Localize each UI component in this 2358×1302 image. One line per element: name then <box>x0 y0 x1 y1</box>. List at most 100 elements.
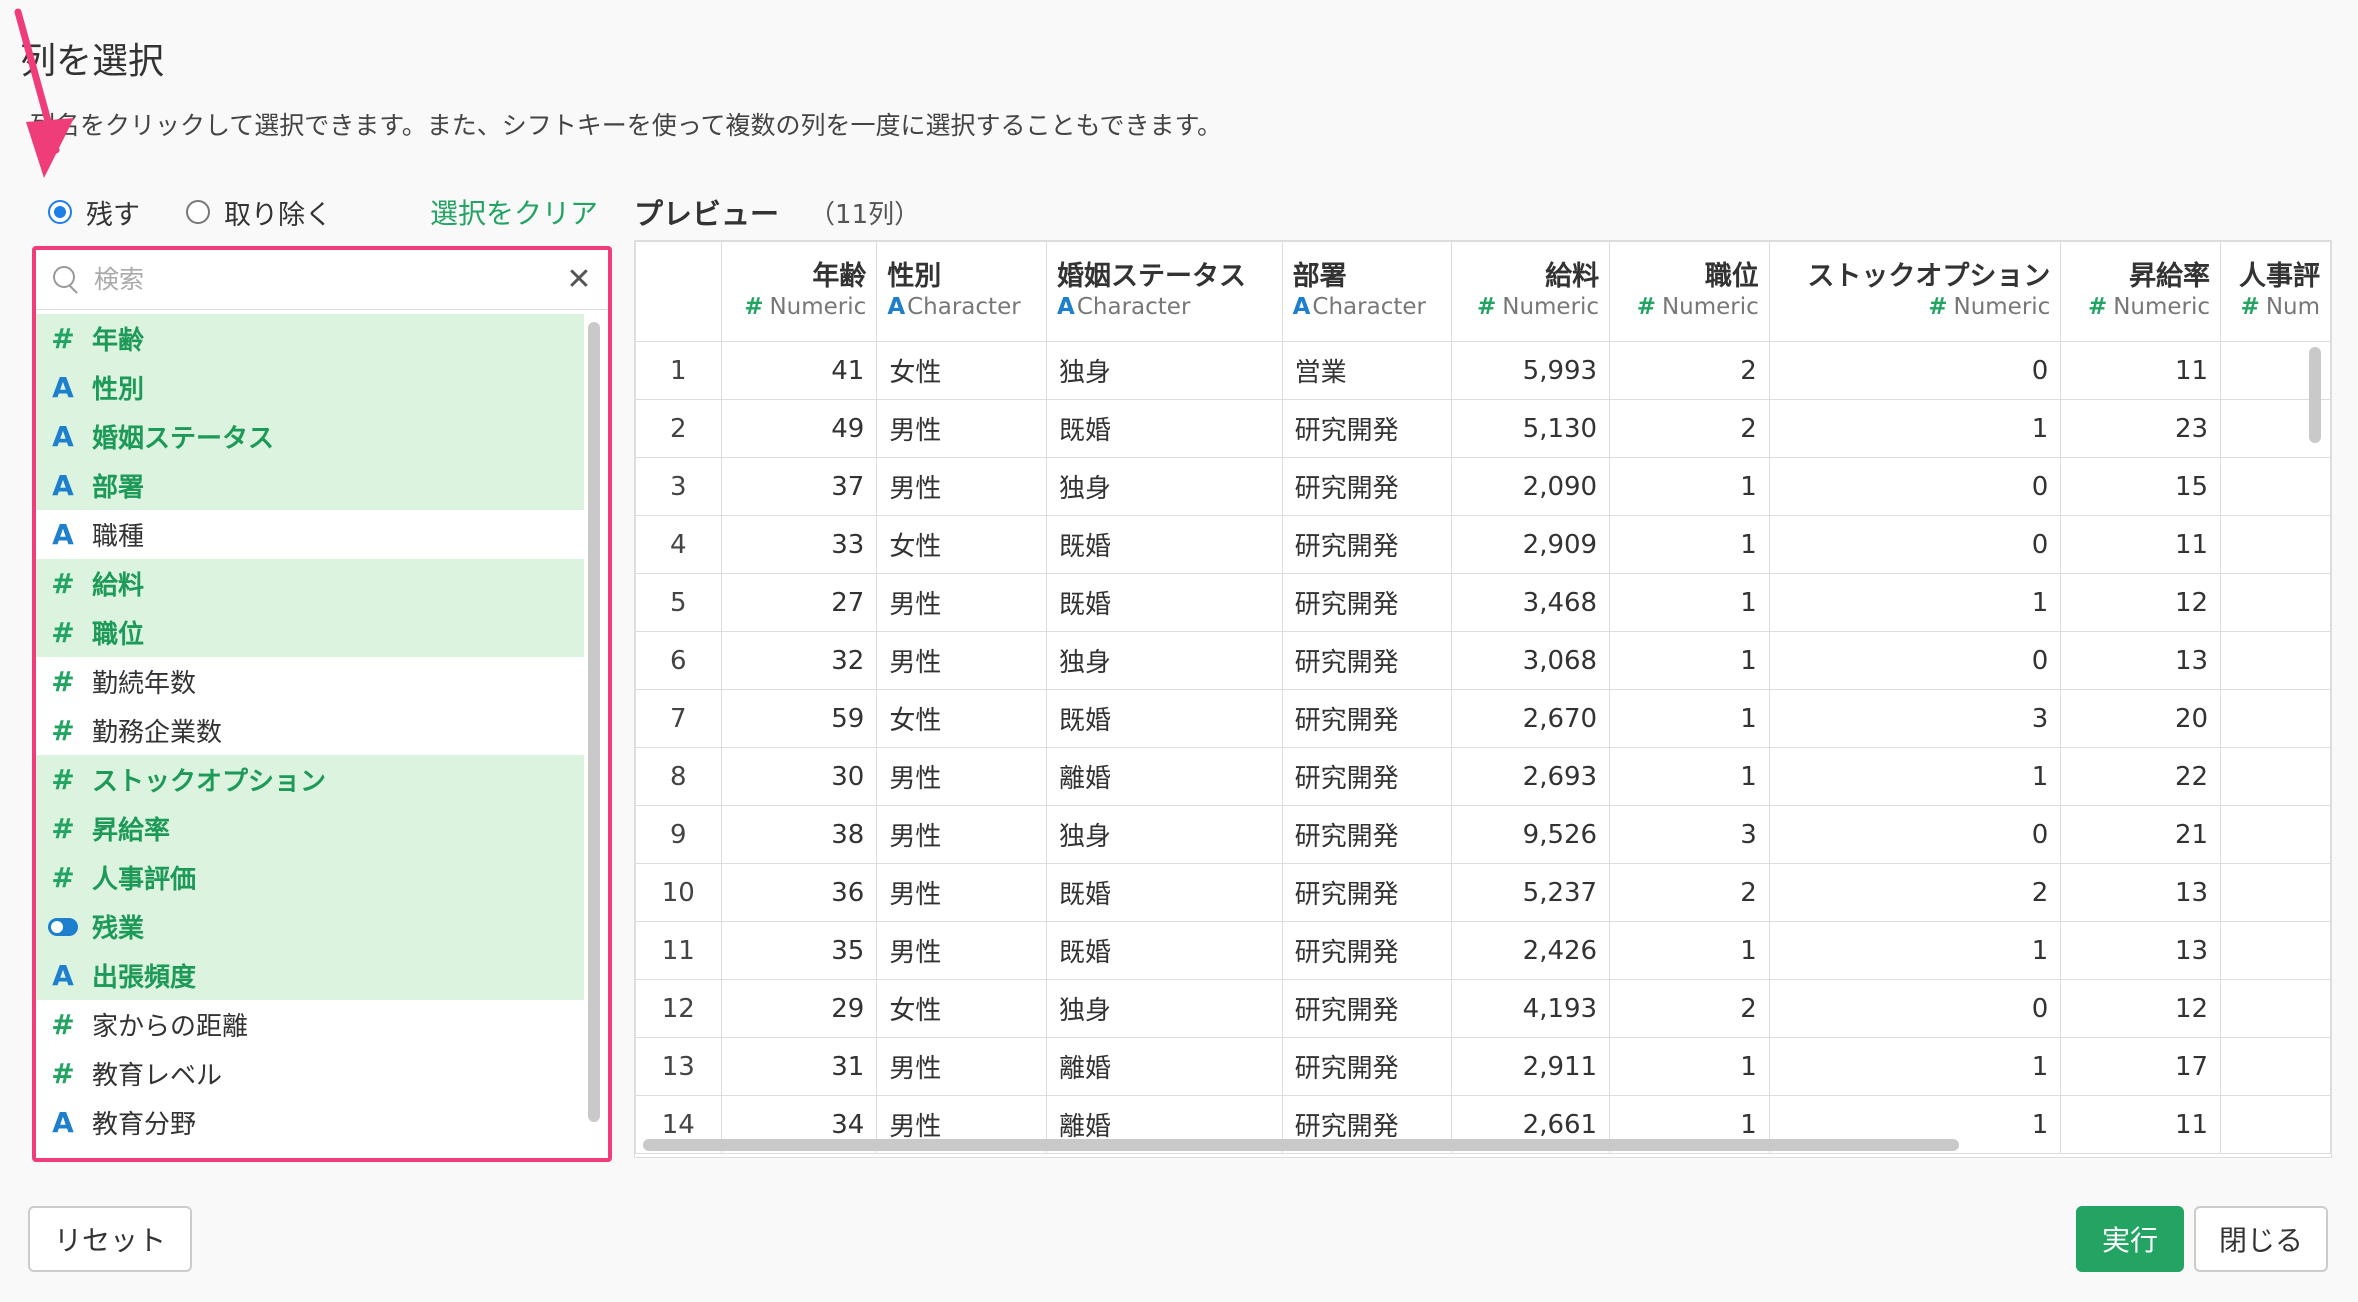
table-cell: 0 <box>1768 515 2062 574</box>
column-name: 教育レベル <box>92 1061 223 1091</box>
column-header-name: ストックオプション <box>1807 261 2051 292</box>
table-cell <box>2220 1037 2331 1096</box>
column-header[interactable]: 部署 ACharacter <box>1281 241 1453 342</box>
table-cell: 男性 <box>876 399 1048 458</box>
row-index-cell: 10 <box>635 863 722 922</box>
column-list-item[interactable]: 残業 <box>36 902 584 951</box>
column-list-item[interactable]: # 年齢 <box>36 314 584 363</box>
column-header-type: # Numeric <box>732 294 866 320</box>
column-list-item[interactable]: # 人事評価 <box>36 853 584 902</box>
table-cell: 36 <box>720 863 878 922</box>
column-list-item[interactable]: # 昇給率 <box>36 804 584 853</box>
close-button[interactable]: 閉じる <box>2194 1206 2328 1272</box>
column-list-item[interactable]: A 出張頻度 <box>36 951 584 1000</box>
numeric-type-icon: # <box>51 616 75 649</box>
column-list-item[interactable]: A 部署 <box>36 461 584 510</box>
remove-radio[interactable]: 取り除く <box>186 193 332 232</box>
column-list-item[interactable]: # 勤続年数 <box>36 657 584 706</box>
keep-radio[interactable]: 残す <box>48 193 140 232</box>
character-type-icon: A <box>1292 294 1311 320</box>
table-cell: 5,237 <box>1451 863 1611 922</box>
preview-column-count: （11列） <box>809 199 921 230</box>
table-cell <box>2220 863 2331 922</box>
column-header[interactable]: 昇給率 # Numeric <box>2060 241 2222 342</box>
column-header-type: # Numeric <box>1780 294 2050 320</box>
table-cell: 女性 <box>876 689 1048 748</box>
table-cell: 5,993 <box>1451 341 1611 400</box>
column-header-type: ACharacter <box>1293 294 1442 320</box>
table-cell: 12 <box>2060 573 2222 632</box>
column-header[interactable]: 性別 ACharacter <box>876 241 1048 342</box>
search-input[interactable] <box>94 265 564 294</box>
column-list-item[interactable]: A 性別 <box>36 363 584 412</box>
column-header[interactable]: 年齢 # Numeric <box>720 241 878 342</box>
logical-type-icon <box>48 917 78 936</box>
table-horizontal-scrollbar[interactable] <box>643 1139 1959 1151</box>
column-list-item[interactable]: # 家からの距離 <box>36 1000 584 1049</box>
mode-row: 残す 取り除く 選択をクリア プレビュー （11列） <box>48 192 920 232</box>
row-index-cell: 1 <box>635 341 722 400</box>
column-header[interactable]: 婚姻ステータス ACharacter <box>1046 241 1283 342</box>
table-cell <box>2220 747 2331 806</box>
table-cell: 1 <box>1609 1037 1770 1096</box>
table-vertical-scrollbar[interactable] <box>2309 347 2321 443</box>
clear-selection-link[interactable]: 選択をクリア <box>430 192 598 232</box>
radio-unchecked-icon[interactable] <box>186 200 210 224</box>
character-type-icon: A <box>887 294 906 320</box>
column-header[interactable]: 人事評 # Num <box>2220 241 2331 342</box>
reset-button[interactable]: リセット <box>28 1206 192 1272</box>
table-cell: 研究開発 <box>1281 921 1453 980</box>
column-list-item[interactable]: # 教育レベル <box>36 1049 584 1098</box>
table-cell: 既婚 <box>1046 573 1283 632</box>
column-header[interactable]: ストックオプション # Numeric <box>1768 241 2062 342</box>
table-cell: 既婚 <box>1046 689 1283 748</box>
character-type-icon: A <box>52 518 74 551</box>
close-icon[interactable]: ✕ <box>564 262 594 297</box>
table-cell: 21 <box>2060 805 2222 864</box>
row-index-cell: 12 <box>635 979 722 1038</box>
numeric-type-icon: # <box>51 861 75 894</box>
column-list-item[interactable]: # 勤務企業数 <box>36 706 584 755</box>
radio-checked-icon[interactable] <box>48 200 72 224</box>
row-index-cell: 13 <box>635 1037 722 1096</box>
table-cell: 2 <box>1768 863 2062 922</box>
table-cell: 男性 <box>876 1037 1048 1096</box>
column-list-item[interactable]: A 婚姻ステータス <box>36 412 584 461</box>
table-row: 12 29 女性 独身 研究開発 4,193 2 0 12 <box>635 979 2331 1038</box>
table-row: 9 38 男性 独身 研究開発 9,526 3 0 21 <box>635 805 2331 864</box>
numeric-type-icon: # <box>51 665 75 698</box>
column-type-label: Character <box>1076 294 1191 320</box>
table-cell: 41 <box>720 341 878 400</box>
table-cell: 研究開発 <box>1281 805 1453 864</box>
table-cell: 男性 <box>876 863 1048 922</box>
column-name: 婚姻ステータス <box>92 424 275 454</box>
run-button[interactable]: 実行 <box>2076 1206 2184 1272</box>
table-cell: 離婚 <box>1046 1037 1283 1096</box>
keep-radio-label: 残す <box>86 199 140 231</box>
column-list-item[interactable]: # ストックオプション <box>36 755 584 804</box>
column-name: 勤続年数 <box>92 669 197 699</box>
column-header-type: # Numeric <box>1620 294 1759 320</box>
column-list-item[interactable]: # 職位 <box>36 608 584 657</box>
column-type-label: Character <box>907 294 1021 320</box>
column-header[interactable]: 職位 # Numeric <box>1609 241 1770 342</box>
table-cell <box>2220 1095 2331 1154</box>
table-cell: 0 <box>1768 631 2062 690</box>
table-cell: 研究開発 <box>1281 515 1453 574</box>
column-list-item[interactable]: A 職種 <box>36 510 584 559</box>
preview-table: 年齢 # Numeric 性別 ACharacter 婚姻ステータス ACharacter 部… <box>635 241 2331 1154</box>
table-cell <box>2220 979 2331 1038</box>
table-cell: 男性 <box>876 457 1048 516</box>
column-list-item[interactable]: # 給料 <box>36 559 584 608</box>
table-cell: 独身 <box>1046 457 1283 516</box>
column-header[interactable]: 給料 # Numeric <box>1451 241 1611 342</box>
table-cell: 1 <box>1609 515 1770 574</box>
column-list-scrollbar[interactable] <box>588 322 600 1122</box>
table-cell <box>2220 689 2331 748</box>
table-cell: 30 <box>720 747 878 806</box>
column-list-item[interactable]: A 教育分野 <box>36 1098 584 1147</box>
column-header-type: # Num <box>2231 294 2320 320</box>
page-description: 列名をクリックして選択できます。また、シフトキーを使って複数の列を一度に選択する… <box>30 111 1223 140</box>
table-cell: 女性 <box>876 515 1048 574</box>
table-row: 7 59 女性 既婚 研究開発 2,670 1 3 20 <box>635 689 2331 748</box>
